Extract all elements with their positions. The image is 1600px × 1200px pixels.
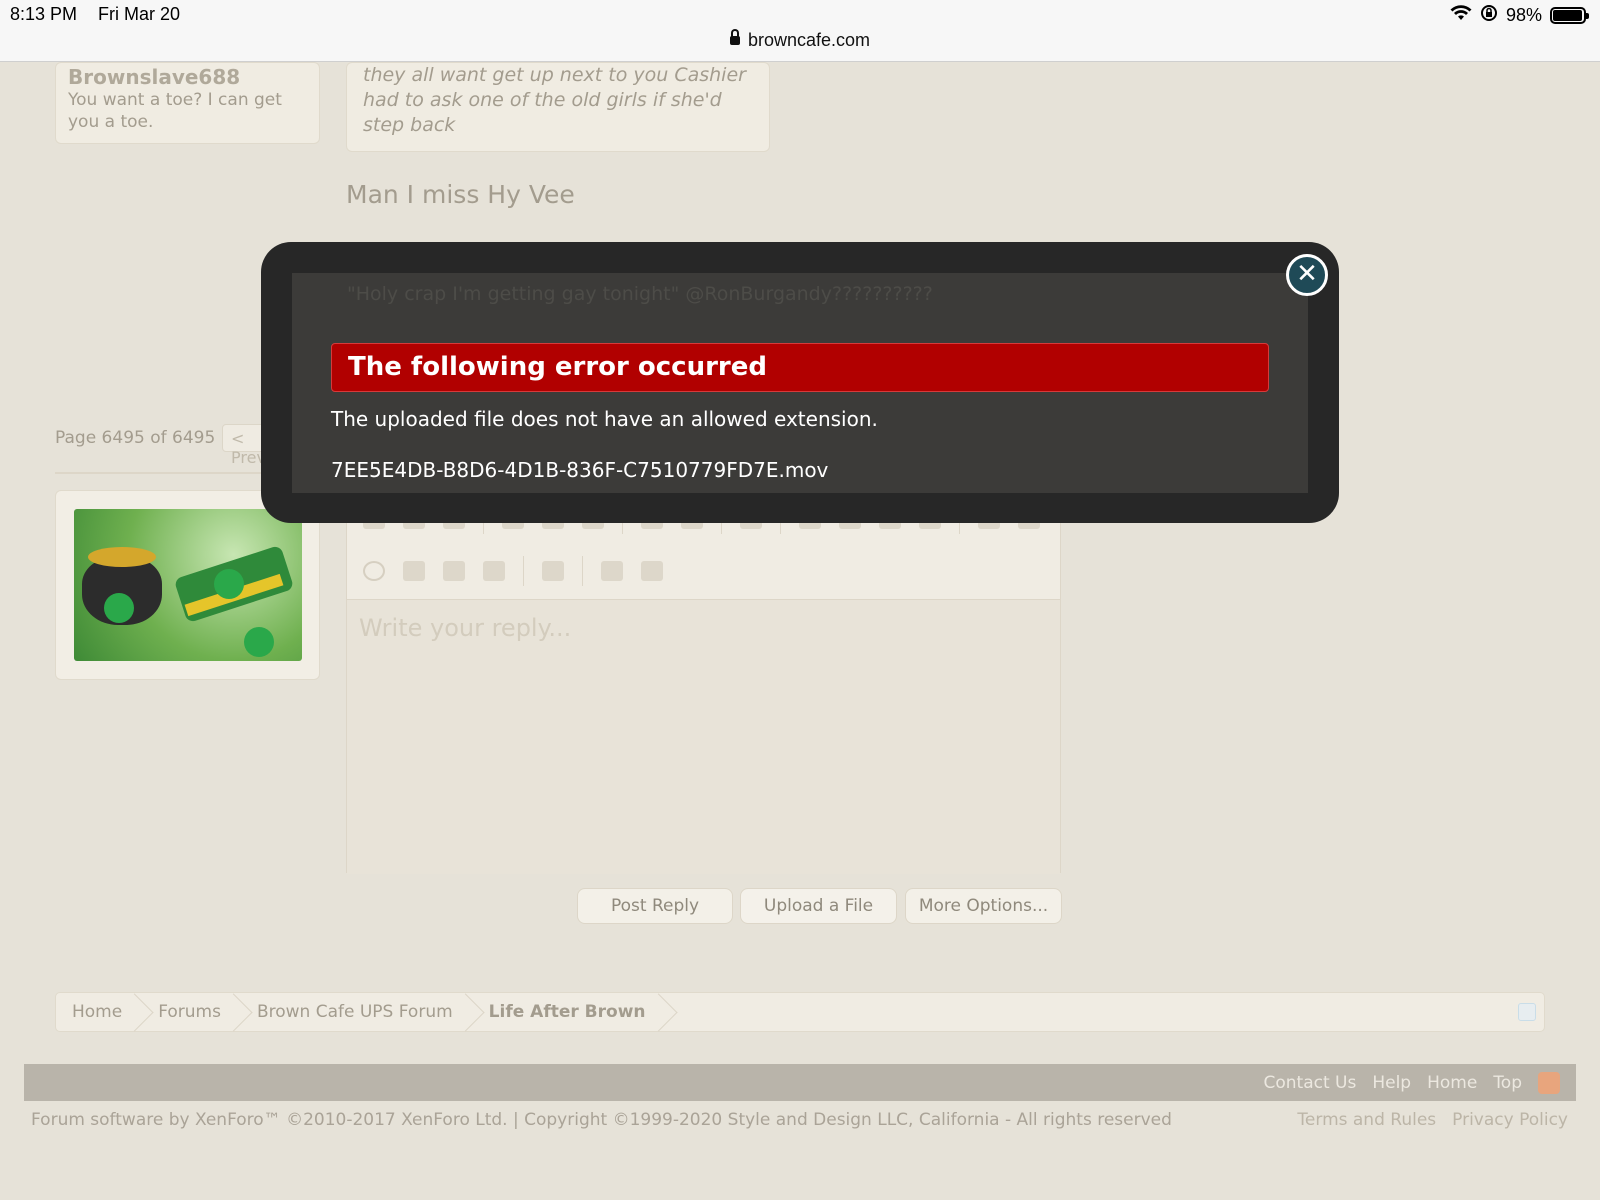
terms-link[interactable]: Terms and Rules [1297, 1110, 1436, 1130]
toolbar-separator [582, 556, 583, 586]
shamrock-icon [214, 569, 244, 599]
breadcrumb: Home Forums Brown Cafe UPS Forum Life Af… [55, 992, 1545, 1032]
undo-icon[interactable] [601, 561, 623, 581]
quote-icon[interactable] [483, 561, 505, 581]
legal-links: Terms and Rules Privacy Policy [1297, 1110, 1568, 1130]
status-indicators: 98% [1450, 4, 1589, 27]
status-time: 8:13 PM [10, 4, 78, 24]
address-bar[interactable]: browncafe.com [0, 29, 1600, 51]
reply-textarea[interactable]: Write your reply... [347, 599, 1060, 874]
upload-file-button[interactable]: Upload a File [740, 888, 897, 924]
lock-icon [729, 29, 740, 45]
footer-bar: Contact Us Help Home Top [24, 1064, 1576, 1101]
footer-link-help[interactable]: Help [1372, 1073, 1411, 1093]
page-nav-text: Page 6495 of 6495 [55, 428, 216, 448]
post-reply-button[interactable]: Post Reply [577, 888, 733, 924]
footer-link-contact-us[interactable]: Contact Us [1263, 1073, 1356, 1093]
orientation-lock-icon [1480, 4, 1498, 27]
close-icon[interactable]: ✕ [1286, 254, 1328, 296]
battery-icon [1550, 7, 1589, 24]
ios-status-bar: 8:13 PM Fri Mar 20 98% browncafe.com [0, 0, 1600, 62]
image-icon[interactable] [403, 561, 425, 581]
reply-editor: Write your reply... [346, 490, 1061, 874]
shamrock-icon [244, 627, 274, 657]
error-filename: 7EE5E4DB-B8D6-4D1B-836F-C7510779FD7E.mov [331, 458, 829, 482]
error-message: The uploaded file does not have an allow… [331, 407, 878, 431]
underlying-post-text: "Holy crap I'm getting gay tonight" @Ron… [347, 283, 933, 305]
copyright-text: Forum software by XenForo™ ©2010-2017 Xe… [31, 1110, 1172, 1130]
quote-author-card: Brownslave688 You want a toe? I can get … [55, 62, 320, 144]
error-title: The following error occurred [331, 343, 1269, 392]
redo-icon[interactable] [641, 561, 663, 581]
footer-link-home[interactable]: Home [1427, 1073, 1477, 1093]
breadcrumb-life-after-brown[interactable]: Life After Brown [473, 993, 666, 1031]
rss-icon[interactable] [1538, 1071, 1560, 1094]
media-icon[interactable] [443, 561, 465, 581]
wifi-icon [1450, 5, 1472, 26]
avatar[interactable] [74, 509, 302, 661]
error-modal-content: "Holy crap I'm getting gay tonight" @Ron… [292, 273, 1308, 493]
quote-author-text: You want a toe? I can get you a toe. [68, 90, 282, 132]
editor-toolbar-row-2 [347, 547, 1060, 595]
more-options-button[interactable]: More Options... [905, 888, 1062, 924]
privacy-link[interactable]: Privacy Policy [1452, 1110, 1568, 1130]
save-draft-icon[interactable] [542, 561, 564, 581]
quote-box: they all want get up next to you Cashier… [346, 62, 770, 152]
gold-coins-graphic [88, 547, 156, 567]
status-date: Fri Mar 20 [98, 4, 181, 24]
error-modal: "Holy crap I'm getting gay tonight" @Ron… [261, 242, 1339, 523]
toolbar-separator [523, 556, 524, 586]
battery-percent: 98% [1505, 5, 1542, 25]
url-text: browncafe.com [747, 30, 871, 50]
quote-author-name[interactable]: Brownslave688 [68, 65, 307, 89]
shamrock-icon [104, 593, 134, 623]
breadcrumb-brown-cafe-ups-forum[interactable]: Brown Cafe UPS Forum [241, 993, 473, 1031]
smilies-icon[interactable] [363, 561, 385, 581]
breadcrumb-forums[interactable]: Forums [142, 993, 241, 1031]
footer-link-top[interactable]: Top [1493, 1073, 1522, 1093]
breadcrumb-home[interactable]: Home [56, 993, 142, 1031]
post-text: Man I miss Hy Vee [346, 180, 575, 209]
jump-menu-icon[interactable] [1518, 1003, 1536, 1021]
